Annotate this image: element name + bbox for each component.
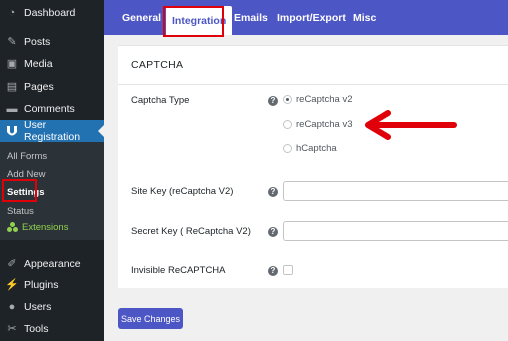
- sidebar-item-comments[interactable]: ▬ Comments: [0, 98, 104, 120]
- sidebar-item-label: Posts: [24, 36, 51, 48]
- wrench-icon: ✂: [7, 322, 17, 335]
- sidebar-item-label: Media: [24, 58, 53, 70]
- save-changes-button[interactable]: Save Changes: [118, 308, 183, 329]
- tab-general[interactable]: General: [122, 0, 161, 35]
- sidebar-item-posts[interactable]: ✎ Posts: [0, 31, 104, 53]
- radio-button[interactable]: [283, 144, 292, 153]
- help-icon[interactable]: ?: [268, 266, 278, 276]
- section-divider: [118, 84, 508, 85]
- submenu-extensions-label: Extensions: [22, 222, 69, 233]
- sidebar-item-plugins[interactable]: ⚡ Plugins: [0, 274, 104, 296]
- secret-key-label: Secret Key ( ReCaptcha V2): [131, 226, 251, 237]
- pages-icon: ▤: [6, 80, 18, 93]
- captcha-type-label: Captcha Type: [131, 95, 190, 106]
- sidebar-item-label: Comments: [24, 103, 75, 115]
- radio-label: reCaptcha v3: [296, 119, 353, 130]
- sidebar-item-label: Tools: [24, 323, 49, 335]
- submenu-all-forms[interactable]: All Forms: [7, 151, 47, 162]
- sidebar-item-label: Appearance: [24, 258, 81, 270]
- pin-icon: ✎: [7, 35, 17, 48]
- site-key-input[interactable]: [283, 181, 508, 201]
- extensions-icon: [7, 222, 18, 233]
- tab-misc[interactable]: Misc: [353, 0, 376, 35]
- sidebar-item-label: Pages: [24, 81, 54, 93]
- sidebar-item-label: Plugins: [24, 279, 59, 291]
- radio-button[interactable]: [283, 95, 292, 104]
- captcha-settings-card: CAPTCHA Captcha Type ? reCaptcha v2 reCa…: [118, 45, 508, 288]
- help-icon[interactable]: ?: [268, 227, 278, 237]
- radio-label: reCaptcha v2: [296, 94, 353, 105]
- plugin-icon: ⚡: [5, 278, 19, 291]
- radio-label: hCaptcha: [296, 143, 337, 154]
- secret-key-input[interactable]: [283, 221, 508, 241]
- brush-icon: ✐: [7, 257, 17, 270]
- invisible-recaptcha-checkbox[interactable]: [283, 265, 293, 275]
- comment-icon: ▬: [6, 102, 18, 115]
- radio-hcaptcha[interactable]: hCaptcha: [283, 143, 337, 154]
- sidebar-item-users[interactable]: ● Users: [0, 296, 104, 318]
- tab-emails[interactable]: Emails: [234, 0, 268, 35]
- radio-recaptcha-v3[interactable]: reCaptcha v3: [283, 119, 353, 130]
- sidebar-item-user-registration[interactable]: User Registration: [0, 119, 104, 143]
- site-key-label: Site Key (reCaptcha V2): [131, 186, 234, 197]
- sidebar-item-media[interactable]: ▣ Media: [0, 53, 104, 75]
- admin-sidebar: ◔ Dashboard ✎ Posts ▣ Media ▤ Pages ▬ Co…: [0, 0, 104, 341]
- integration-tab-highlight-box: [163, 6, 224, 37]
- submenu-status[interactable]: Status: [7, 206, 34, 217]
- invisible-recaptcha-label: Invisible ReCAPTCHA: [131, 265, 226, 276]
- dashboard-icon: ◔: [8, 6, 16, 19]
- help-icon[interactable]: ?: [268, 187, 278, 197]
- sidebar-item-pages[interactable]: ▤ Pages: [0, 76, 104, 98]
- help-icon[interactable]: ?: [268, 96, 278, 106]
- media-icon: ▣: [6, 57, 18, 70]
- users-icon: ●: [8, 300, 16, 313]
- active-menu-indicator: [98, 125, 104, 137]
- submenu-extensions[interactable]: Extensions: [7, 222, 68, 233]
- sidebar-item-label: User Registration: [24, 119, 81, 143]
- sidebar-item-label: Dashboard: [24, 7, 76, 19]
- sidebar-item-appearance[interactable]: ✐ Appearance: [0, 253, 104, 275]
- ur-logo-icon: [6, 125, 18, 137]
- sidebar-item-tools[interactable]: ✂ Tools: [0, 318, 104, 340]
- sidebar-item-label: Users: [24, 301, 52, 313]
- section-title: CAPTCHA: [131, 59, 184, 71]
- radio-recaptcha-v2[interactable]: reCaptcha v2: [283, 94, 353, 105]
- annotation-arrow-icon: [365, 110, 457, 140]
- tab-import-export[interactable]: Import/Export: [277, 0, 346, 35]
- settings-highlight-box: [2, 179, 37, 202]
- sidebar-item-dashboard[interactable]: ◔ Dashboard: [0, 2, 104, 24]
- radio-button[interactable]: [283, 120, 292, 129]
